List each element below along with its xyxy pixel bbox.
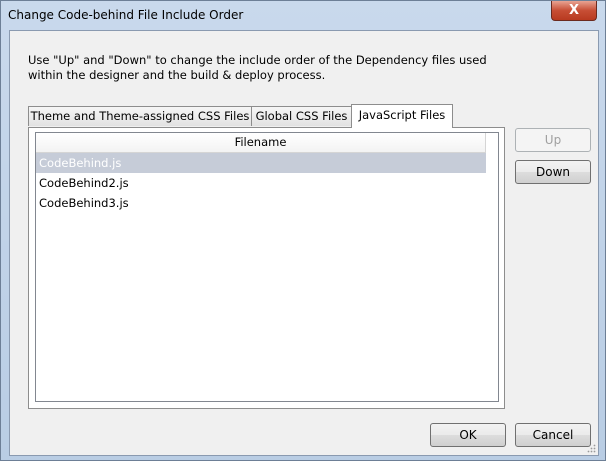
cancel-button[interactable]: Cancel [515,423,591,447]
close-icon: X [568,3,580,18]
list-item[interactable]: CodeBehind2.js [36,173,486,193]
tab-global-css-files[interactable]: Global CSS Files [251,106,352,126]
ok-button[interactable]: OK [430,423,506,447]
close-button[interactable]: X [551,1,597,21]
dialog-client-area: Use "Up" and "Down" to change the includ… [9,30,599,456]
list-item[interactable]: CodeBehind3.js [36,193,486,213]
tab-javascript-files[interactable]: JavaScript Files [351,104,453,128]
window-title: Change Code-behind File Include Order [8,8,244,22]
dialog-window: Change Code-behind File Include Order X … [0,0,606,461]
resize-grip-icon[interactable] [586,443,596,453]
file-list[interactable]: Filename CodeBehind.js CodeBehind2.js Co… [35,132,499,402]
column-header-filename[interactable]: Filename [36,133,486,153]
instructions-text: Use "Up" and "Down" to change the includ… [28,53,487,82]
list-item[interactable]: CodeBehind.js [36,153,486,173]
down-button[interactable]: Down [515,160,591,184]
tab-panel: Filename CodeBehind.js CodeBehind2.js Co… [28,127,505,409]
tab-theme-css-files[interactable]: Theme and Theme-assigned CSS Files [28,106,252,126]
up-button[interactable]: Up [515,128,591,152]
title-bar[interactable]: Change Code-behind File Include Order X [1,1,605,29]
